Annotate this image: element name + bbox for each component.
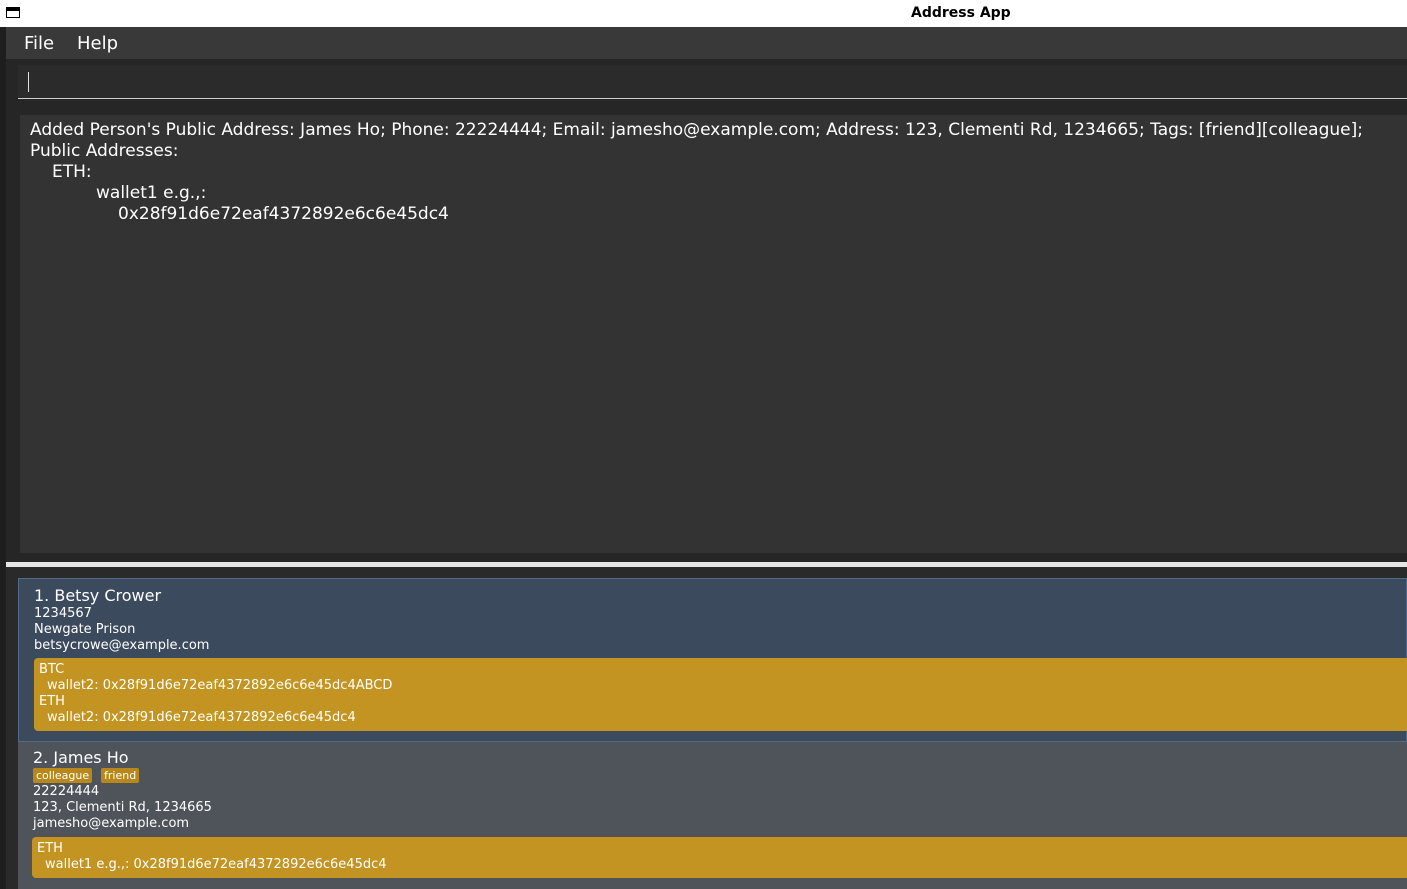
wallet-box: BTC wallet2: 0x28f91d6e72eaf4372892e6c6e… [34,658,1407,731]
person-phone: 22224444 [33,784,100,799]
title-bar: Address App [0,0,1407,28]
result-display-area: Added Person's Public Address: James Ho;… [6,107,1407,562]
person-card[interactable]: 1. Betsy Crower 1234567 Newgate Prison b… [18,578,1407,742]
person-address: Newgate Prison [34,622,136,637]
wallet-currency: ETH [39,694,65,709]
result-line: 0x28f91d6e72eaf4372892e6c6e45dc4 [118,204,449,224]
person-address: 123, Clementi Rd, 1234665 [33,800,212,815]
menu-file[interactable]: File [24,33,54,54]
person-card[interactable]: 2. James Ho colleague friend 22224444 12… [18,742,1407,889]
text-caret [28,72,29,92]
wallet-box: ETH wallet1 e.g.,: 0x28f91d6e72eaf437289… [32,837,1407,878]
person-list: 1. Betsy Crower 1234567 Newgate Prison b… [6,567,1407,889]
window-icon[interactable] [6,7,20,18]
tag-badge: friend [101,768,140,783]
command-input[interactable] [18,65,1407,99]
result-line: Public Addresses: [30,141,179,161]
result-line: ETH: [52,162,92,182]
result-line: wallet1 e.g.,: [96,183,207,203]
person-name: 1. Betsy Crower [34,586,162,605]
tag-badge: colleague [33,768,93,783]
person-phone: 1234567 [34,606,92,621]
result-display[interactable]: Added Person's Public Address: James Ho;… [20,115,1407,553]
menu-bar: File Help [6,27,1407,59]
wallet-currency: BTC [39,662,65,677]
wallet-address: wallet1 e.g.,: 0x28f91d6e72eaf4372892e6c… [45,857,387,872]
person-name: 2. James Ho [33,748,129,767]
person-email: betsycrowe@example.com [34,638,210,653]
menu-help[interactable]: Help [77,33,118,54]
wallet-address: wallet2: 0x28f91d6e72eaf4372892e6c6e45dc… [47,678,393,693]
command-area [6,59,1407,107]
wallet-currency: ETH [37,841,63,856]
window-title: Address App [911,5,1011,21]
person-email: jamesho@example.com [33,816,190,831]
result-line: Added Person's Public Address: James Ho;… [30,120,1363,140]
wallet-address: wallet2: 0x28f91d6e72eaf4372892e6c6e45dc… [47,710,356,725]
